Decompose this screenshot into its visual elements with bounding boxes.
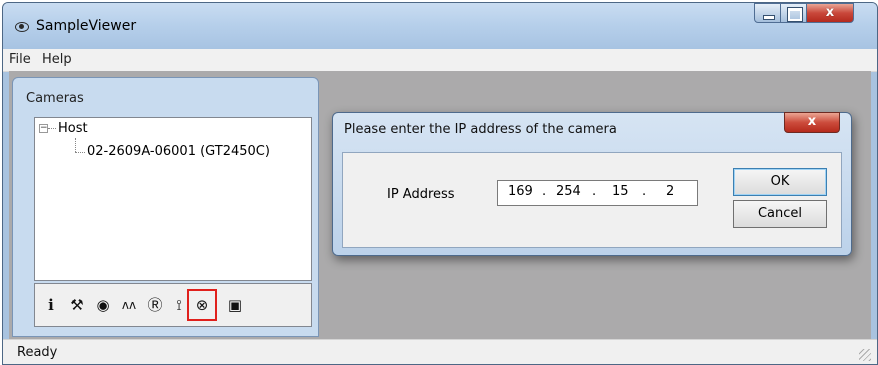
tree-collapse-icon[interactable]: − [39, 124, 48, 133]
maximize-icon [787, 7, 803, 22]
dialog-title: Please enter the IP address of the camer… [344, 122, 617, 137]
cameras-label: Cameras [26, 91, 84, 106]
histogram-icon[interactable]: ʌʌ [119, 294, 139, 316]
maximize-button[interactable] [780, 3, 807, 23]
ip-separator: . [542, 184, 547, 199]
ip-config-icon[interactable]: ⊗ [187, 289, 217, 321]
eye-icon[interactable]: ◉ [93, 294, 113, 316]
minimize-icon [763, 15, 775, 20]
camera-toolbar: i ⚒ ◉ ʌʌ Ⓡ ⟟ ⊗ ▣ [34, 283, 312, 327]
close-icon: x [807, 114, 817, 129]
register-icon[interactable]: Ⓡ [145, 294, 165, 316]
eye-app-icon [15, 22, 29, 32]
status-bar: Ready [3, 339, 877, 364]
close-icon: x [825, 5, 835, 20]
dialog-close-button[interactable]: x [784, 112, 840, 133]
tree-connector [75, 152, 85, 153]
save-icon[interactable]: ▣ [225, 294, 245, 316]
resize-grip-icon[interactable] [859, 349, 871, 361]
center-icon[interactable]: ⟟ [169, 294, 189, 316]
close-button[interactable]: x [806, 3, 854, 23]
tree-connector [48, 128, 56, 129]
menu-help[interactable]: Help [42, 52, 72, 67]
menu-bar: File Help [3, 49, 877, 72]
title-bar[interactable]: SampleViewer x [3, 3, 877, 49]
info-icon[interactable]: i [41, 294, 61, 316]
tree-connector [75, 138, 76, 152]
tree-item-camera[interactable]: 02-2609A-06001 (GT2450C) [87, 144, 270, 159]
ip-address-input[interactable]: 169 . 254 . 15 . 2 [497, 180, 698, 206]
ip-octet-2[interactable]: 254 [556, 184, 581, 199]
status-text: Ready [17, 345, 58, 360]
ip-address-label: IP Address [387, 187, 455, 202]
minimize-button[interactable] [754, 3, 781, 23]
tree-item-host[interactable]: Host [58, 121, 88, 136]
camera-tree: − Host 02-2609A-06001 (GT2450C) [34, 117, 312, 281]
cancel-button[interactable]: Cancel [733, 200, 827, 228]
ip-octet-1[interactable]: 169 [508, 184, 533, 199]
ip-separator: . [592, 184, 597, 199]
menu-file[interactable]: File [9, 52, 31, 67]
ip-separator: . [642, 184, 647, 199]
ip-octet-3[interactable]: 15 [612, 184, 629, 199]
window-title: SampleViewer [36, 18, 137, 34]
ok-button[interactable]: OK [733, 168, 827, 196]
ip-octet-4[interactable]: 2 [666, 184, 674, 199]
wrench-icon[interactable]: ⚒ [67, 294, 87, 316]
